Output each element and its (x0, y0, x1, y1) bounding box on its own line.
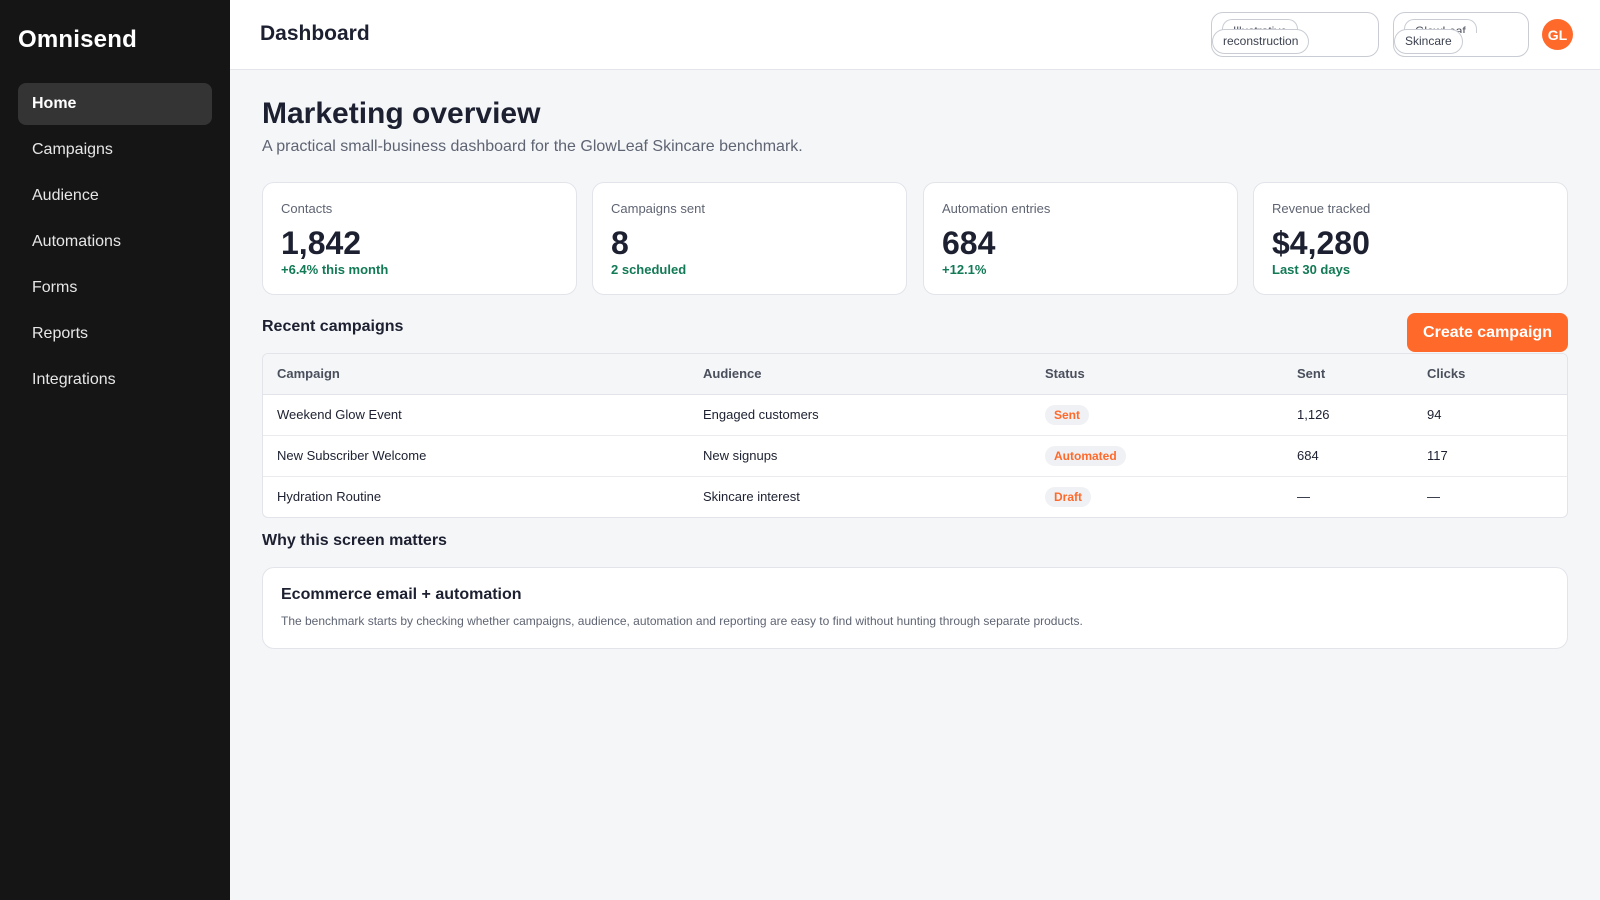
sidebar: Omnisend Home Campaigns Audience Automat… (0, 0, 230, 900)
create-campaign-button[interactable]: Create campaign (1407, 313, 1568, 352)
sidebar-item-label: Audience (32, 187, 99, 204)
cell-audience: New signups (689, 435, 1031, 477)
sidebar-item-automations[interactable]: Automations (18, 221, 212, 263)
cell-status: Automated (1031, 435, 1283, 477)
column-header-audience[interactable]: Audience (689, 354, 1031, 395)
sidebar-item-label: Automations (32, 233, 121, 250)
stat-delta: 2 scheduled (611, 262, 687, 277)
stat-value: 684 (942, 225, 996, 261)
why-section-title: Why this screen matters (262, 532, 447, 549)
sidebar-item-integrations[interactable]: Integrations (18, 359, 212, 401)
cell-campaign: Hydration Routine (277, 489, 382, 505)
stat-card-revenue-tracked: Revenue tracked $4,280 Last 30 days (1253, 182, 1568, 295)
brand-logo[interactable]: Omnisend (18, 26, 137, 54)
table-row[interactable]: Hydration Routine Skincare interest Draf… (263, 476, 1567, 517)
sidebar-item-label: Home (32, 95, 77, 112)
account-chip[interactable]: GlowLeaf Skincare (1393, 12, 1529, 57)
stat-label: Campaigns sent (611, 201, 705, 216)
status-badge: Draft (1045, 486, 1092, 507)
top-header: Dashboard Illustrative reconstruction Gl… (230, 0, 1600, 70)
stat-card-contacts: Contacts 1,842 +6.4% this month (262, 182, 577, 295)
sidebar-item-label: Campaigns (32, 141, 113, 158)
info-card-body: The benchmark starts by checking whether… (281, 614, 1083, 628)
cell-sent: 1,126 (1283, 394, 1413, 436)
sidebar-item-label: Reports (32, 325, 89, 342)
info-card-title: Ecommerce email + automation (281, 586, 522, 603)
sidebar-item-forms[interactable]: Forms (18, 267, 212, 309)
stat-card-campaigns-sent: Campaigns sent 8 2 scheduled (592, 182, 907, 295)
chip-bottom-label: Skincare (1394, 29, 1463, 54)
status-badge: Sent (1045, 404, 1090, 425)
stat-label: Revenue tracked (1272, 201, 1371, 216)
page-subtitle: A practical small-business dashboard for… (262, 138, 803, 155)
cell-audience: Engaged customers (689, 394, 1031, 436)
sidebar-item-audience[interactable]: Audience (18, 175, 212, 217)
sidebar-item-label: Forms (32, 279, 78, 296)
cell-sent: — (1297, 489, 1310, 505)
stat-delta: +6.4% this month (281, 262, 389, 277)
cell-clicks: — (1427, 489, 1440, 505)
page-title: Marketing overview (262, 97, 541, 130)
info-card: Ecommerce email + automation The benchma… (262, 567, 1568, 649)
column-header-clicks[interactable]: Clicks (1413, 354, 1567, 395)
cell-sent: 684 (1283, 435, 1413, 477)
cell-campaign: Weekend Glow Event (263, 394, 689, 436)
sidebar-item-home[interactable]: Home (18, 83, 212, 125)
stat-value: $4,280 (1272, 225, 1370, 261)
reconstruction-chip[interactable]: Illustrative reconstruction (1211, 12, 1379, 57)
table-row[interactable]: New Subscriber Welcome New signups Autom… (263, 435, 1567, 477)
column-header-campaign[interactable]: Campaign (263, 354, 689, 395)
stats-row: Contacts 1,842 +6.4% this month Campaign… (262, 182, 1568, 295)
stat-delta: +12.1% (942, 262, 987, 277)
recent-campaigns-title: Recent campaigns (262, 318, 404, 335)
cell-clicks: 117 (1413, 435, 1567, 477)
status-badge: Automated (1045, 445, 1126, 466)
cell-status: Draft (1031, 476, 1283, 517)
campaigns-table: Campaign Audience Status Sent Clicks Wee… (262, 353, 1568, 518)
chip-bottom-label: reconstruction (1212, 29, 1310, 54)
header-title: Dashboard (260, 22, 370, 45)
stat-value: 1,842 (281, 225, 362, 261)
cell-campaign: New Subscriber Welcome (263, 435, 689, 477)
sidebar-item-campaigns[interactable]: Campaigns (18, 129, 212, 171)
table-header-row: Campaign Audience Status Sent Clicks (263, 354, 1567, 395)
column-header-status[interactable]: Status (1031, 354, 1283, 395)
table-row[interactable]: Weekend Glow Event Engaged customers Sen… (263, 394, 1567, 436)
cell-clicks: 94 (1413, 394, 1567, 436)
stat-label: Contacts (281, 201, 333, 216)
stat-card-automation-entries: Automation entries 684 +12.1% (923, 182, 1238, 295)
stat-value: 8 (611, 225, 629, 261)
stat-delta: Last 30 days (1272, 262, 1351, 277)
sidebar-item-reports[interactable]: Reports (18, 313, 212, 355)
sidebar-item-label: Integrations (32, 371, 116, 388)
stat-label: Automation entries (942, 201, 1051, 216)
sidebar-nav: Home Campaigns Audience Automations Form… (18, 83, 212, 405)
avatar[interactable]: GL (1542, 19, 1573, 50)
cell-status: Sent (1031, 394, 1283, 436)
column-header-sent[interactable]: Sent (1283, 354, 1413, 395)
cell-audience: Skincare interest (703, 489, 800, 505)
